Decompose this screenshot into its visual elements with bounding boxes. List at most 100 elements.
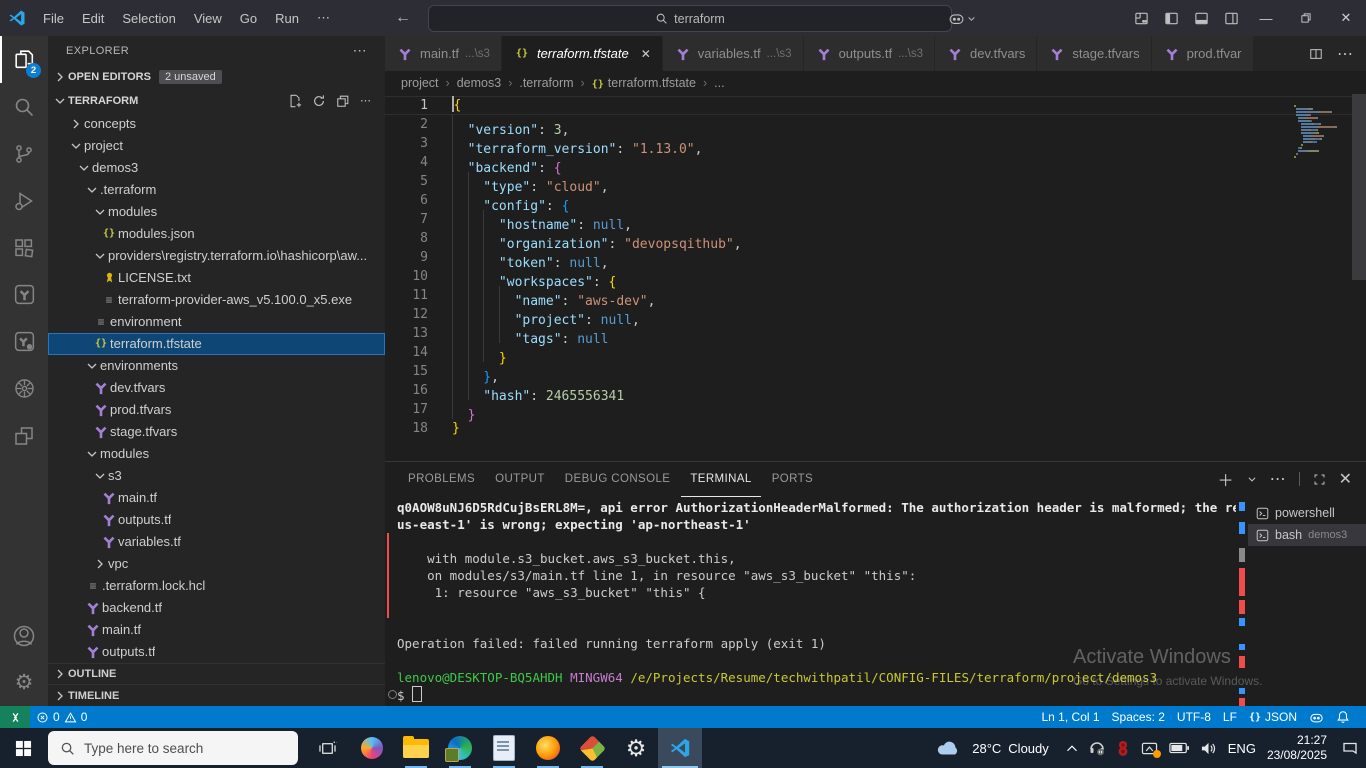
maximize-panel-icon[interactable] xyxy=(1313,473,1326,486)
copilot-menu-button[interactable] xyxy=(948,10,976,27)
menu-item-view[interactable]: View xyxy=(185,0,231,36)
tree-item-concepts[interactable]: concepts xyxy=(48,113,385,135)
open-editors-section[interactable]: OPEN EDITORS 2 unsaved xyxy=(48,66,385,90)
more-actions-icon[interactable]: ⋯ xyxy=(360,94,371,108)
breadcrumb-item-...[interactable]: ... xyxy=(714,76,724,90)
tab-dev.tfvars[interactable]: dev.tfvars xyxy=(935,36,1038,71)
tree-item-license.txt[interactable]: LICENSE.txt xyxy=(48,267,385,289)
tree-item-.terraform[interactable]: .terraform xyxy=(48,179,385,201)
tree-item-modules[interactable]: modules xyxy=(48,443,385,465)
tree-item-main.tf[interactable]: main.tf xyxy=(48,487,385,509)
tree-item-providers-registry.terraform.io-hashicorp-aw...[interactable]: providers\registry.terraform.io\hashicor… xyxy=(48,245,385,267)
tree-item-outputs.tf[interactable]: outputs.tf xyxy=(48,509,385,531)
problems-status[interactable]: 0 0 xyxy=(30,706,93,728)
taskbar-search-input[interactable]: Type here to search xyxy=(48,731,298,765)
language-mode[interactable]: {} JSON xyxy=(1243,706,1303,728)
screen-capture-tray-icon[interactable] xyxy=(1141,741,1161,758)
panel-tab-debug-console[interactable]: DEBUG CONSOLE xyxy=(556,462,680,497)
command-center-search[interactable]: terraform xyxy=(428,5,952,32)
menu-item-edit[interactable]: Edit xyxy=(73,0,113,36)
activity-kubernetes-icon[interactable] xyxy=(0,365,48,412)
collapse-folders-icon[interactable] xyxy=(336,94,350,108)
customize-layout-icon[interactable] xyxy=(1126,0,1156,36)
toggle-panel-icon[interactable] xyxy=(1186,0,1216,36)
toggle-secondary-sidebar-icon[interactable] xyxy=(1216,0,1246,36)
sidebar-more-icon[interactable]: ⋯ xyxy=(353,42,367,59)
tree-item-prod.tfvars[interactable]: prod.tfvars xyxy=(48,399,385,421)
weather-condition[interactable]: Cloudy xyxy=(1008,741,1048,756)
tree-item-stage.tfvars[interactable]: stage.tfvars xyxy=(48,421,385,443)
breadcrumb-item-demos3[interactable]: demos3 xyxy=(457,76,501,90)
minimize-button[interactable]: — xyxy=(1246,0,1286,36)
panel-more-icon[interactable]: ⋯ xyxy=(1270,469,1286,489)
volume-icon[interactable] xyxy=(1200,741,1217,756)
tree-item-main.tf[interactable]: main.tf xyxy=(48,619,385,641)
activity-terraform-icon[interactable] xyxy=(0,271,48,318)
activity-explorer-icon[interactable]: 2 xyxy=(0,36,48,83)
refresh-icon[interactable] xyxy=(312,94,326,108)
activity-run-debug-icon[interactable] xyxy=(0,177,48,224)
taskbar-settings-icon[interactable]: ⚙ xyxy=(614,728,658,768)
panel-tab-problems[interactable]: PROBLEMS xyxy=(399,462,484,497)
panel-tab-output[interactable]: OUTPUT xyxy=(486,462,554,497)
breadcrumb-item-terraform.tfstate[interactable]: {} terraform.tfstate xyxy=(592,76,696,90)
menu-item-go[interactable]: Go xyxy=(231,0,266,36)
terminal-instance-bash[interactable]: bash demos3 xyxy=(1248,524,1366,546)
breadcrumb-item-.terraform[interactable]: .terraform xyxy=(519,76,573,90)
remote-indicator[interactable] xyxy=(0,706,30,728)
activity-settings-icon[interactable]: ⚙ xyxy=(0,659,48,706)
tree-item-terraform-provider-aws-v5.100.0-x5.exe[interactable]: ≡ terraform-provider-aws_v5.100.0_x5.exe xyxy=(48,289,385,311)
root-folder-section[interactable]: TERRAFORM ⋯ xyxy=(48,89,385,113)
editor-more-icon[interactable]: ⋯ xyxy=(1337,44,1353,64)
terminal-instance-powershell[interactable]: powershell xyxy=(1248,502,1366,524)
tree-item-backend.tf[interactable]: backend.tf xyxy=(48,597,385,619)
breadcrumb-item-project[interactable]: project xyxy=(401,76,439,90)
tree-item-variables.tf[interactable]: variables.tf xyxy=(48,531,385,553)
tree-item-vpc[interactable]: vpc xyxy=(48,553,385,575)
tree-item-dev.tfvars[interactable]: dev.tfvars xyxy=(48,377,385,399)
menu-item-run[interactable]: Run xyxy=(266,0,308,36)
task-view-button[interactable] xyxy=(304,728,350,768)
action-center-icon[interactable] xyxy=(1342,740,1358,756)
audio-device-icon[interactable] xyxy=(1089,740,1105,756)
taskbar-file-explorer-icon[interactable] xyxy=(394,728,438,768)
outline-section[interactable]: OUTLINE xyxy=(48,662,385,685)
taskbar-vscode-icon[interactable] xyxy=(658,728,702,768)
panel-tab-terminal[interactable]: TERMINAL xyxy=(681,462,761,497)
activity-source-control-icon[interactable] xyxy=(0,130,48,177)
restore-button[interactable] xyxy=(1286,0,1326,36)
tree-item-terraform.tfstate[interactable]: {} terraform.tfstate xyxy=(48,332,385,355)
input-language[interactable]: ENG xyxy=(1228,741,1256,756)
clock[interactable]: 21:27 23/08/2025 xyxy=(1267,733,1327,763)
minimap[interactable] xyxy=(1294,98,1348,158)
tab-outputs.tf[interactable]: outputs.tf ...\s3 xyxy=(803,36,935,71)
tree-item-s3[interactable]: s3 xyxy=(48,465,385,487)
tab-variables.tf[interactable]: variables.tf ...\s3 xyxy=(662,36,804,71)
start-button[interactable] xyxy=(0,728,46,768)
tree-item-environments[interactable]: environments xyxy=(48,355,385,377)
terminal-output[interactable]: q0AOW8uNJ6D5RdCujBsERL8M=, api error Aut… xyxy=(385,496,1236,706)
close-panel-icon[interactable]: ✕ xyxy=(1339,469,1352,489)
eol-sequence[interactable]: LF xyxy=(1217,706,1243,728)
notifications-bell-icon[interactable] xyxy=(1330,706,1356,728)
timeline-section[interactable]: TIMELINE xyxy=(48,684,385,706)
editor-scrollbar[interactable] xyxy=(1352,94,1366,461)
weather-cloud-icon[interactable] xyxy=(935,739,961,757)
cursor-position[interactable]: Ln 1, Col 1 xyxy=(1036,706,1106,728)
indentation[interactable]: Spaces: 2 xyxy=(1106,706,1171,728)
menu-item-[interactable]: ⋯ xyxy=(308,0,339,36)
tab-stage.tfvars[interactable]: stage.tfvars xyxy=(1037,36,1152,71)
activity-extensions-icon[interactable] xyxy=(0,224,48,271)
menu-item-selection[interactable]: Selection xyxy=(113,0,184,36)
tab-terraform.tfstate[interactable]: {} terraform.tfstate ✕ xyxy=(501,36,663,71)
close-window-button[interactable]: ✕ xyxy=(1326,0,1366,36)
panel-tab-ports[interactable]: PORTS xyxy=(763,462,822,497)
taskbar-firefox-icon[interactable] xyxy=(526,728,570,768)
copilot-status-icon[interactable] xyxy=(1303,706,1330,728)
tree-item-demos3[interactable]: demos3 xyxy=(48,157,385,179)
close-tab-icon[interactable]: ✕ xyxy=(641,47,651,61)
taskbar-notepad-icon[interactable] xyxy=(482,728,526,768)
taskbar-edge-icon[interactable] xyxy=(438,728,482,768)
tree-item-modules[interactable]: modules xyxy=(48,201,385,223)
back-button[interactable]: ← xyxy=(395,9,411,27)
